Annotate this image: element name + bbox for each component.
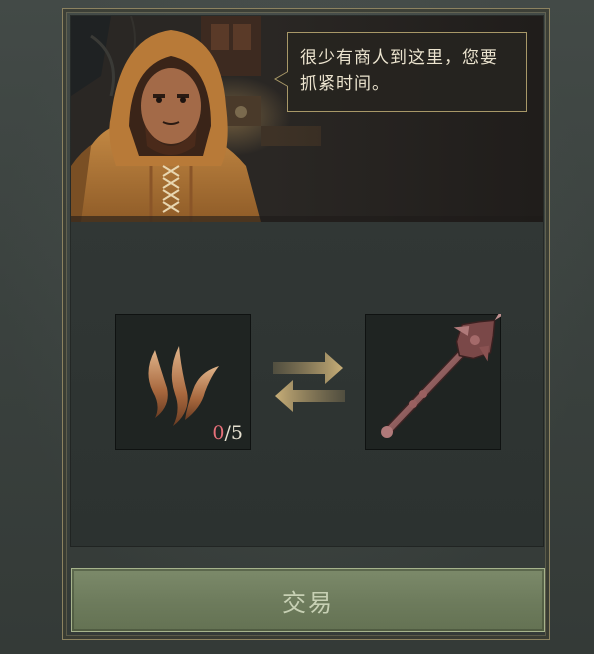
item-count-need: 5 xyxy=(230,422,243,444)
dialog-text-line2: 抓紧时间。 xyxy=(300,74,390,94)
mace-icon xyxy=(381,314,501,438)
dialog-bubble-tail xyxy=(274,71,288,87)
dialog-text-line1: 很少有商人到这里，您要 xyxy=(300,48,498,68)
trade-button[interactable]: 交易 xyxy=(71,568,545,632)
trade-panel: 很少有商人到这里，您要 抓紧时间。 0/5 xyxy=(71,16,543,546)
item-count: 0/5 xyxy=(212,422,243,444)
get-item-slot[interactable] xyxy=(365,314,501,450)
item-count-have: 0 xyxy=(212,422,225,444)
trade-button-label: 交易 xyxy=(282,588,334,617)
dialog-bubble: 很少有商人到这里，您要 抓紧时间。 xyxy=(274,32,527,112)
merchant-portrait: 很少有商人到这里，您要 抓紧时间。 xyxy=(71,16,543,222)
give-item-slot[interactable]: 0/5 xyxy=(115,314,251,450)
merchant-trade-screen: 很少有商人到这里，您要 抓紧时间。 0/5 交易 xyxy=(0,0,594,654)
exchange-arrows-icon xyxy=(273,350,345,414)
dialog-text: 很少有商人到这里，您要 抓紧时间。 xyxy=(300,45,516,97)
trade-area: 0/5 xyxy=(71,222,543,546)
